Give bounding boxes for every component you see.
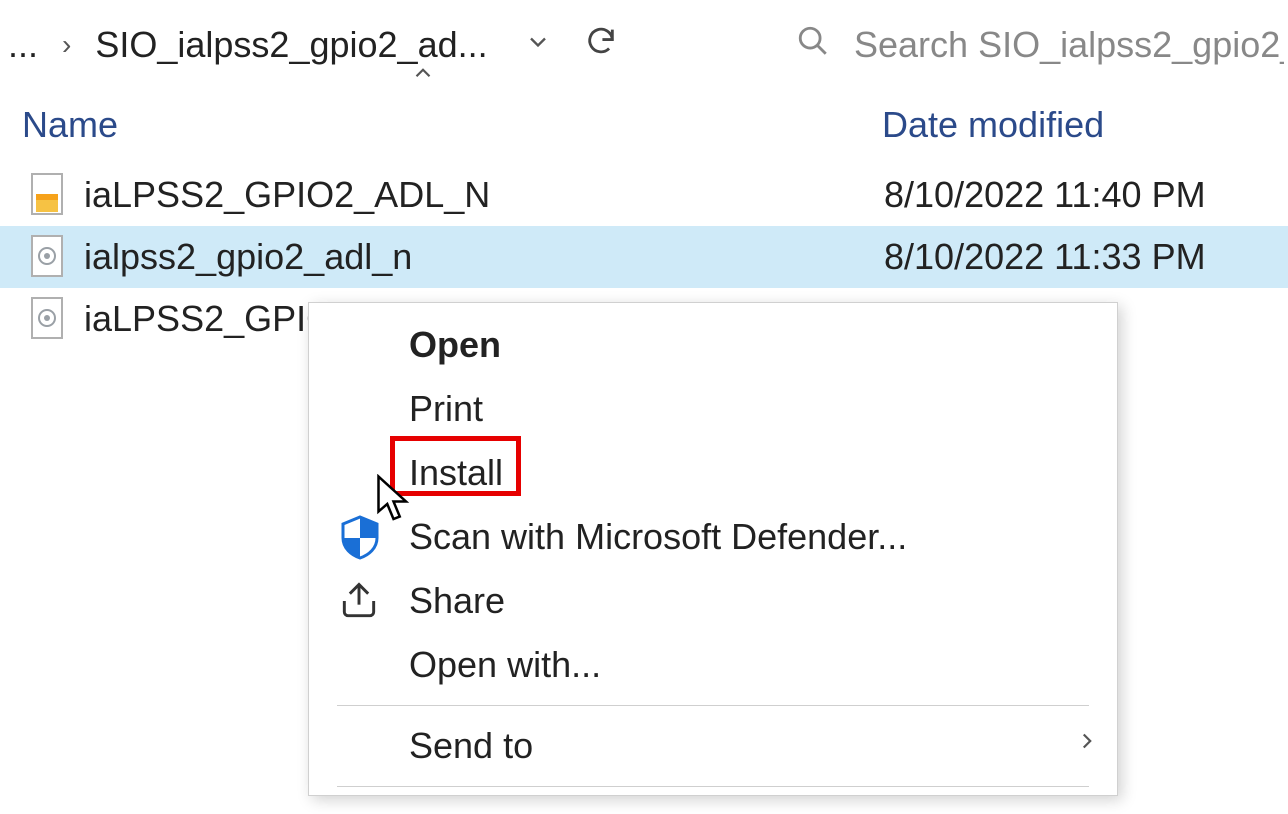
- menu-label: Install: [409, 452, 1117, 494]
- menu-label: Share: [409, 580, 1117, 622]
- breadcrumb[interactable]: ... › SIO_ialpss2_gpio2_ad...: [8, 24, 552, 66]
- menu-item-send-to[interactable]: Send to: [309, 714, 1117, 778]
- file-name: iaLPSS2_GPIO2_ADL_N: [84, 174, 884, 216]
- defender-shield-icon: [337, 514, 409, 560]
- file-date: 8/10/2022 11:33 PM: [884, 236, 1206, 278]
- share-icon: [337, 579, 409, 623]
- file-row[interactable]: iaLPSS2_GPIO2_ADL_N 8/10/2022 11:40 PM: [0, 164, 1288, 226]
- column-header-date[interactable]: Date modified: [882, 104, 1104, 146]
- column-headers: Name Date modified: [0, 90, 1288, 164]
- chevron-right-icon: [1057, 721, 1117, 771]
- column-header-name[interactable]: Name: [22, 104, 882, 146]
- chevron-right-icon: ›: [62, 29, 71, 61]
- search-icon: [796, 24, 830, 67]
- sort-caret-up-icon[interactable]: [410, 60, 436, 93]
- chevron-down-icon[interactable]: [524, 28, 552, 63]
- file-row[interactable]: ialpss2_gpio2_adl_n 8/10/2022 11:33 PM: [0, 226, 1288, 288]
- refresh-icon[interactable]: [584, 24, 618, 67]
- menu-item-install[interactable]: Install: [309, 441, 1117, 505]
- search-input[interactable]: [854, 24, 1284, 66]
- inf-file-icon: [26, 294, 84, 344]
- inf-file-icon: [26, 232, 84, 282]
- context-menu: Open Print Install Scan with Microsoft D…: [308, 302, 1118, 796]
- menu-separator: [337, 705, 1089, 706]
- menu-item-share[interactable]: Share: [309, 569, 1117, 633]
- file-date: 8/10/2022 11:40 PM: [884, 174, 1206, 216]
- menu-label: Send to: [409, 725, 1057, 767]
- menu-label: Open with...: [409, 644, 1117, 686]
- menu-separator: [337, 786, 1089, 787]
- menu-label: Open: [409, 324, 1117, 366]
- menu-label: Scan with Microsoft Defender...: [409, 516, 1117, 558]
- file-name: ialpss2_gpio2_adl_n: [84, 236, 884, 278]
- menu-item-open[interactable]: Open: [309, 313, 1117, 377]
- menu-item-print[interactable]: Print: [309, 377, 1117, 441]
- menu-item-open-with[interactable]: Open with...: [309, 633, 1117, 697]
- menu-item-scan-defender[interactable]: Scan with Microsoft Defender...: [309, 505, 1117, 569]
- address-bar: ... › SIO_ialpss2_gpio2_ad...: [0, 0, 1288, 90]
- breadcrumb-ellipsis[interactable]: ...: [8, 24, 38, 66]
- catalog-file-icon: [26, 170, 84, 220]
- menu-label: Print: [409, 388, 1117, 430]
- search-box[interactable]: [796, 24, 1284, 67]
